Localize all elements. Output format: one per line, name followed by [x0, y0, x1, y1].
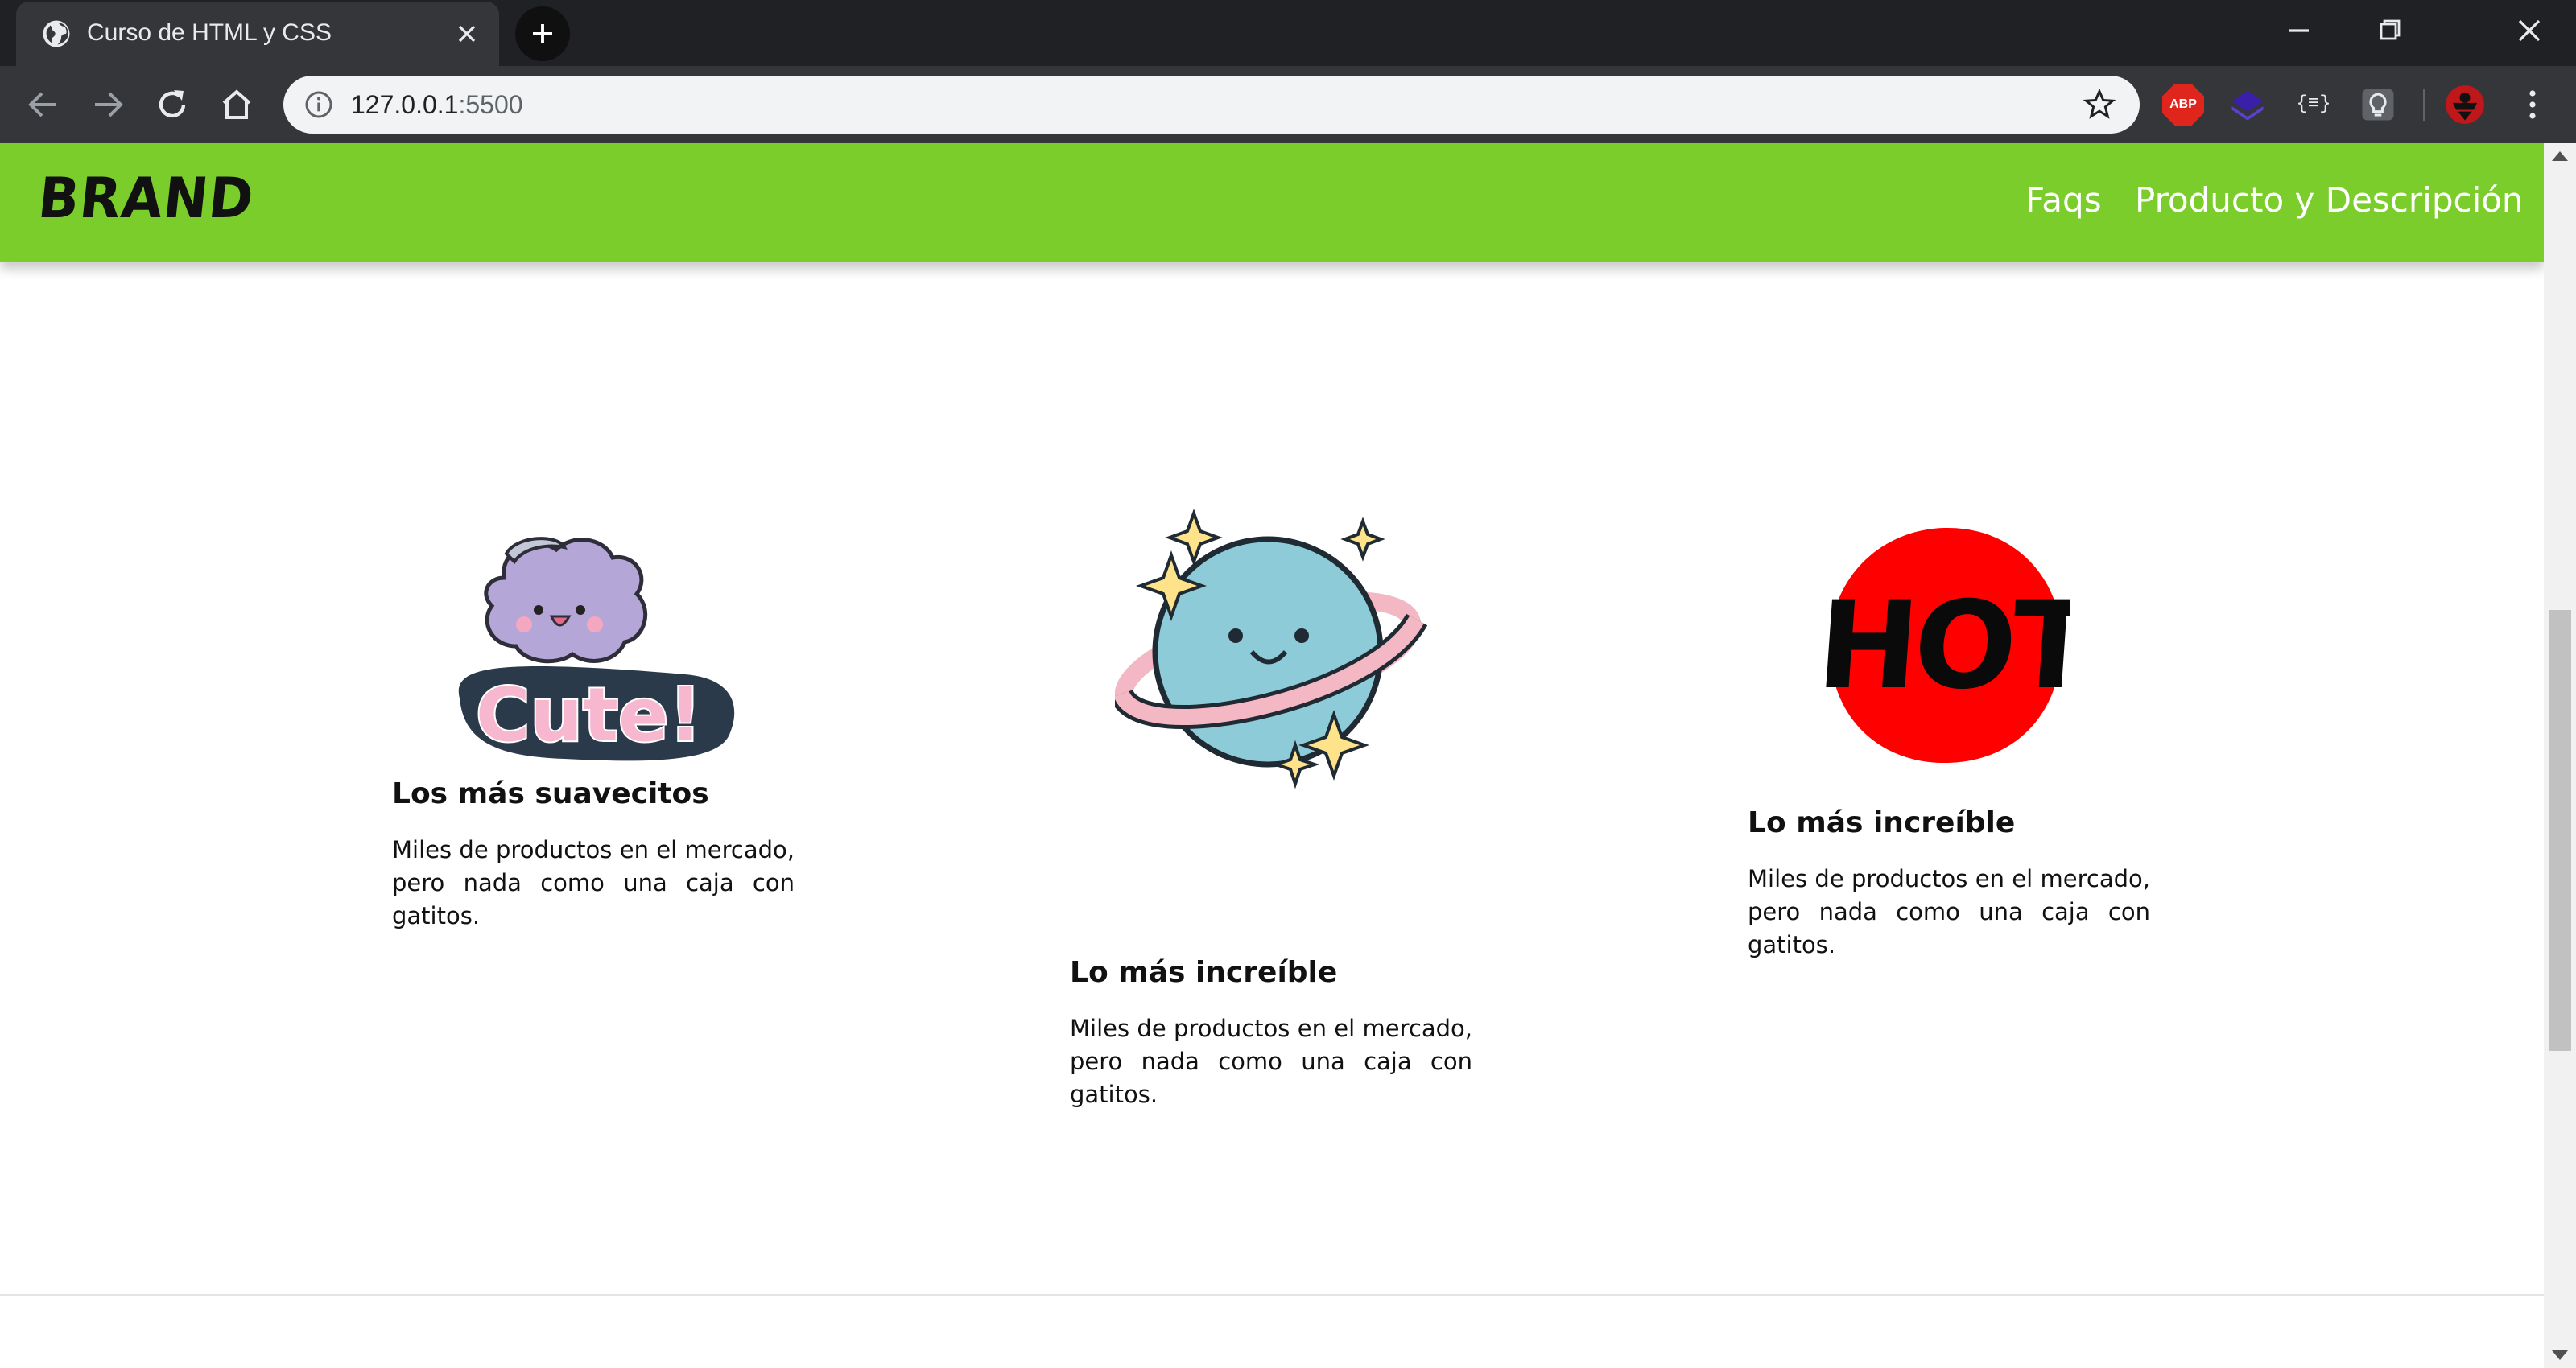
tab-title: Curso de HTML y CSS	[87, 19, 332, 46]
card-title: Los más suavecitos	[392, 777, 709, 810]
bookmark-star-icon[interactable]	[2082, 87, 2117, 122]
close-window-icon[interactable]	[2505, 11, 2553, 50]
hot-sticker-image: HOT	[1820, 527, 2070, 764]
browser-toolbar: 127.0.0.1:5500 ABP {≡}	[0, 66, 2576, 143]
cute-sticker-text: Cute!	[476, 672, 702, 758]
url-port: :5500	[458, 90, 523, 119]
browser-tab[interactable]: Curso de HTML y CSS	[16, 2, 499, 66]
nav-link-producto[interactable]: Producto y Descripción	[2135, 180, 2524, 220]
restore-icon[interactable]	[2365, 11, 2413, 50]
card-description: Miles de productos en el mercado, pero n…	[1748, 865, 2150, 958]
forward-arrow-icon[interactable]	[89, 85, 127, 124]
card-description: Miles de productos en el mercado, pero n…	[1070, 1015, 1472, 1108]
page-scrollbar[interactable]	[2544, 143, 2576, 1368]
kebab-menu-icon[interactable]	[2513, 85, 2552, 124]
adblock-plus-icon[interactable]: ABP	[2162, 84, 2204, 126]
adblock-label: ABP	[2169, 97, 2197, 111]
plus-icon	[533, 24, 552, 43]
home-icon[interactable]	[217, 85, 256, 124]
info-icon[interactable]	[303, 89, 335, 121]
footer-divider	[0, 1294, 2544, 1296]
nav-link-faqs[interactable]: Faqs	[2025, 180, 2102, 220]
page-viewport: BRAND Faqs Producto y Descripción Cute! …	[0, 143, 2544, 1368]
lightbulb-extension-icon[interactable]	[2357, 84, 2399, 126]
minimize-icon[interactable]	[2275, 11, 2323, 50]
layers-extension-icon[interactable]	[2227, 84, 2268, 126]
new-tab-button[interactable]	[515, 6, 570, 61]
scroll-thumb[interactable]	[2549, 610, 2571, 1051]
toolbar-divider	[2423, 89, 2425, 121]
reload-icon[interactable]	[153, 85, 192, 124]
site-navbar: BRAND Faqs Producto y Descripción	[0, 143, 2544, 262]
json-viewer-icon[interactable]: {≡}	[2293, 84, 2334, 126]
url-text: 127.0.0.1:5500	[351, 90, 523, 120]
planet-sticker-image	[1115, 509, 1427, 789]
hot-sticker-text: HOT	[1820, 576, 2070, 716]
json-viewer-label: {≡}	[2296, 93, 2331, 115]
cute-sticker-image: Cute!	[458, 537, 735, 761]
card-title: Lo más increíble	[1748, 806, 2016, 839]
card-description: Miles de productos en el mercado, pero n…	[392, 836, 795, 929]
back-arrow-icon[interactable]	[24, 85, 63, 124]
url-host: 127.0.0.1	[351, 90, 459, 119]
profile-avatar-icon[interactable]	[2444, 84, 2486, 126]
address-bar[interactable]: 127.0.0.1:5500	[283, 76, 2140, 134]
close-tab-icon[interactable]	[452, 19, 481, 48]
globe-icon	[43, 20, 70, 47]
scroll-down-arrow-icon[interactable]	[2552, 1350, 2568, 1360]
browser-tab-strip: Curso de HTML y CSS	[0, 0, 2576, 66]
scroll-up-arrow-icon[interactable]	[2552, 151, 2568, 161]
card-title: Lo más increíble	[1070, 956, 1338, 989]
brand-logo[interactable]: BRAND	[35, 166, 258, 231]
